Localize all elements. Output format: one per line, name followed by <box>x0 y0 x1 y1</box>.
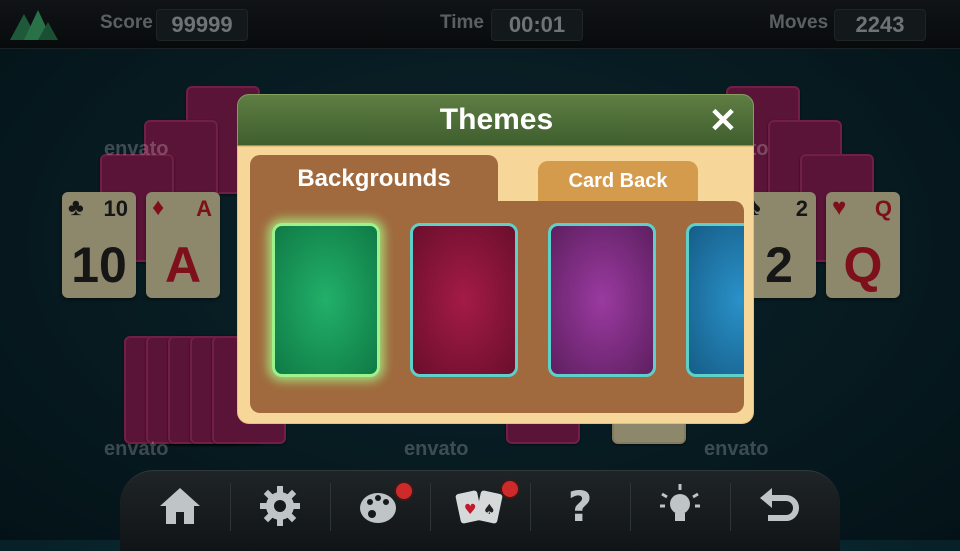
swatch-panel <box>250 201 744 413</box>
background-swatch-blue[interactable] <box>686 223 744 377</box>
watermark-text: envato <box>404 438 469 460</box>
watermark-text: envato <box>104 138 169 160</box>
hint-bulb-icon <box>660 484 700 521</box>
themes-button[interactable] <box>330 471 430 541</box>
background-swatch-purple[interactable] <box>548 223 656 377</box>
tab-backgrounds[interactable]: Backgrounds <box>250 155 498 207</box>
home-icon <box>160 488 200 524</box>
tab-card-back[interactable]: Card Back <box>538 161 698 201</box>
watermark-text: envato <box>104 438 169 460</box>
dialog-header: Themes ✕ <box>237 94 754 146</box>
notification-badge <box>394 481 414 501</box>
settings-button[interactable] <box>230 471 330 541</box>
background-swatch-crimson[interactable] <box>410 223 518 377</box>
background-swatch-green[interactable] <box>272 223 380 377</box>
hint-button[interactable] <box>630 471 730 541</box>
help-icon: ? <box>567 481 593 531</box>
close-icon[interactable]: ✕ <box>705 103 741 139</box>
watermark-text: envato <box>704 438 769 460</box>
svg-text:♥: ♥ <box>464 502 477 518</box>
gear-icon <box>260 486 300 526</box>
bottom-toolbar: ♥ ♠ ? <box>120 470 840 551</box>
dialog-body: Card Back Backgrounds <box>237 146 754 424</box>
card-style-button[interactable]: ♥ ♠ <box>430 471 530 541</box>
dialog-title: Themes <box>439 103 554 136</box>
svg-text:♠: ♠ <box>483 502 496 518</box>
notification-badge <box>500 479 520 499</box>
undo-icon <box>760 488 799 521</box>
themes-dialog: Themes ✕ Card Back Backgrounds <box>237 94 754 424</box>
help-button[interactable]: ? <box>530 471 630 541</box>
home-button[interactable] <box>130 471 230 541</box>
undo-button[interactable] <box>730 471 830 541</box>
